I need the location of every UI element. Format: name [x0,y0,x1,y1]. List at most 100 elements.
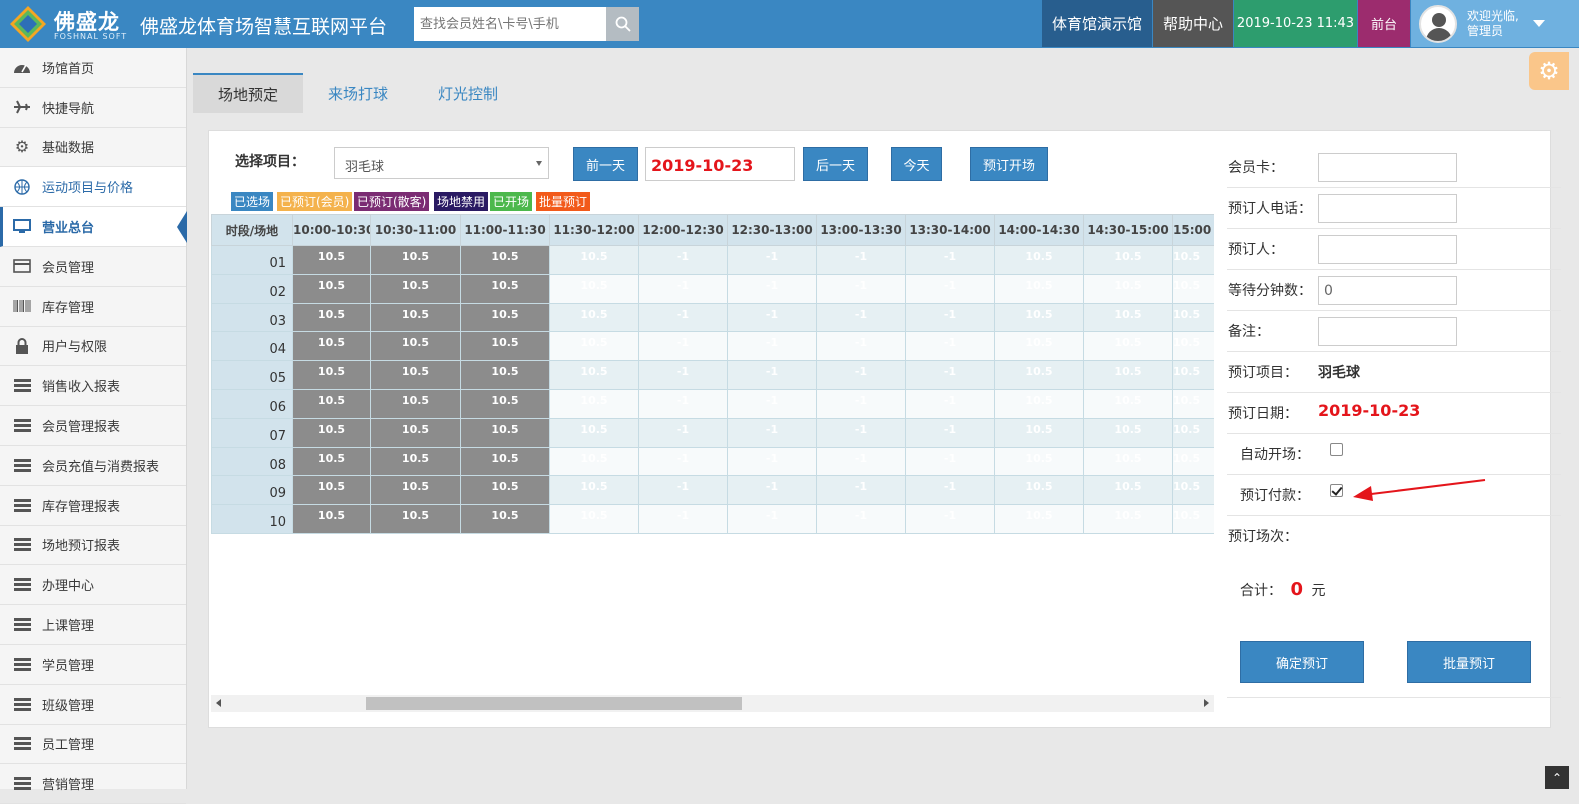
slot-cell[interactable]: -1 [816,475,906,506]
slot-cell[interactable]: 10.5 [994,388,1084,419]
sidebar-item[interactable]: 库存管理报表 [0,486,186,526]
slot-cell[interactable]: -1 [816,302,906,333]
slot-cell[interactable]: 10.5 [994,245,1084,275]
slot-cell[interactable]: -1 [816,331,906,362]
slot-cell[interactable]: 10.5 [1083,331,1173,362]
sidebar-item[interactable]: 销售收入报表 [0,366,186,407]
slot-cell[interactable]: -1 [727,504,817,534]
member-card-input[interactable] [1318,153,1457,182]
slot-cell[interactable]: 10.5 [549,360,639,390]
slot-cell[interactable]: -1 [727,360,817,390]
slot-cell[interactable]: 10.5 [549,302,639,333]
front-desk-button[interactable]: 前台 [1358,0,1410,47]
prev-day-button[interactable]: 前一天 [573,147,638,181]
back-to-top-button[interactable]: ⌃ [1545,766,1569,789]
slot-cell[interactable]: 10.5 [549,331,639,362]
slot-cell[interactable]: 10.5 [1172,302,1214,333]
slot-cell[interactable]: 10.5 [1172,388,1214,419]
slot-cell[interactable]: 10.5 [1083,302,1173,333]
slot-cell[interactable]: -1 [816,504,906,534]
wait-minutes-input[interactable] [1318,276,1457,305]
slot-cell[interactable]: -1 [638,446,728,477]
slot-cell[interactable]: -1 [727,331,817,362]
slot-cell[interactable]: 10.5 [1172,360,1214,390]
date-input[interactable]: 2019-10-23 [645,147,795,181]
tab-light-control[interactable]: 灯光控制 [413,73,523,113]
sidebar-item[interactable]: 会员充值与消费报表 [0,446,186,486]
slot-cell[interactable]: -1 [905,446,995,477]
slot-cell[interactable]: 10.5 [994,475,1084,506]
slot-cell[interactable]: 10.5 [549,417,639,448]
slot-cell[interactable]: -1 [816,245,906,275]
slot-cell[interactable]: -1 [727,273,817,304]
user-menu[interactable]: 欢迎光临, 管理员 [1411,0,1579,47]
slot-cell[interactable]: -1 [905,475,995,506]
slot-cell[interactable]: 10.5 [1172,446,1214,477]
slot-cell[interactable]: 10.5 [1083,417,1173,448]
help-center-button[interactable]: 帮助中心 [1153,0,1233,47]
sidebar-item[interactable]: 营业总台 [0,207,187,247]
slot-cell[interactable]: -1 [638,273,728,304]
slot-cell[interactable]: 10.5 [549,446,639,477]
slot-cell[interactable]: 10.5 [1083,388,1173,419]
sidebar-item[interactable]: 上课管理 [0,605,186,645]
phone-input[interactable] [1318,194,1457,223]
sidebar-item[interactable]: 场馆首页 [0,48,186,88]
settings-gear-button[interactable]: ⚙ [1529,52,1569,90]
slot-cell[interactable]: 10.5 [994,417,1084,448]
slot-cell[interactable]: -1 [905,388,995,419]
sidebar-item[interactable]: 班级管理 [0,685,186,725]
slot-cell[interactable]: 10.5 [1172,504,1214,534]
slot-cell[interactable]: -1 [905,417,995,448]
sidebar-item[interactable]: 会员管理 [0,247,186,287]
slot-cell[interactable]: -1 [727,417,817,448]
slot-cell[interactable]: 10.5 [994,302,1084,333]
venue-button[interactable]: 体育馆演示馆 [1042,0,1152,47]
slot-cell[interactable]: -1 [727,446,817,477]
slot-cell[interactable]: 10.5 [1172,245,1214,275]
batch-booking-button[interactable]: 批量预订 [1407,641,1531,683]
slot-cell[interactable]: -1 [727,245,817,275]
slot-cell[interactable]: -1 [816,360,906,390]
slot-cell[interactable]: 10.5 [1172,273,1214,304]
slot-cell[interactable]: -1 [638,417,728,448]
slot-cell[interactable]: 10.5 [549,475,639,506]
sidebar-item[interactable]: ⚙ 基础数据 [0,128,186,168]
sidebar-item[interactable]: 营销管理 [0,764,186,804]
slot-cell[interactable]: -1 [638,302,728,333]
confirm-booking-button[interactable]: 确定预订 [1240,641,1364,683]
slot-cell[interactable]: -1 [727,302,817,333]
slot-cell[interactable]: -1 [727,475,817,506]
brand-logo[interactable]: 佛盛龙 FOSHNAL SOFT [8,4,136,44]
slot-cell[interactable]: -1 [816,388,906,419]
slot-cell[interactable]: -1 [905,302,995,333]
slot-cell[interactable]: -1 [905,504,995,534]
slot-cell[interactable]: 10.5 [549,388,639,419]
slot-cell[interactable]: -1 [905,273,995,304]
slot-cell[interactable]: 10.5 [994,273,1084,304]
sidebar-item[interactable]: 学员管理 [0,645,186,685]
book-open-button[interactable]: 预订开场 [970,147,1048,181]
slot-cell[interactable]: 10.5 [1172,417,1214,448]
sidebar-item[interactable]: 用户与权限 [0,327,186,367]
scroll-right-icon[interactable] [1204,699,1209,707]
slot-cell[interactable]: -1 [816,273,906,304]
scroll-left-icon[interactable] [216,699,221,707]
slot-cell[interactable]: -1 [638,475,728,506]
slot-cell[interactable]: -1 [638,388,728,419]
slot-cell[interactable]: 10.5 [1172,331,1214,362]
sidebar-item[interactable]: 场地预订报表 [0,526,186,566]
slot-cell[interactable]: 10.5 [549,245,639,275]
project-select[interactable]: 羽毛球 [334,147,549,179]
slot-cell[interactable]: 10.5 [549,273,639,304]
sidebar-item[interactable]: 会员管理报表 [0,406,186,446]
sidebar-item[interactable]: 库存管理 [0,287,186,327]
auto-open-checkbox[interactable] [1330,443,1343,456]
slot-cell[interactable]: -1 [905,331,995,362]
slot-cell[interactable]: 10.5 [1083,446,1173,477]
sidebar-item[interactable]: 员工管理 [0,725,186,765]
today-button[interactable]: 今天 [891,147,942,181]
slot-cell[interactable]: 10.5 [994,331,1084,362]
sidebar-item[interactable]: 办理中心 [0,565,186,606]
slot-cell[interactable]: -1 [638,245,728,275]
